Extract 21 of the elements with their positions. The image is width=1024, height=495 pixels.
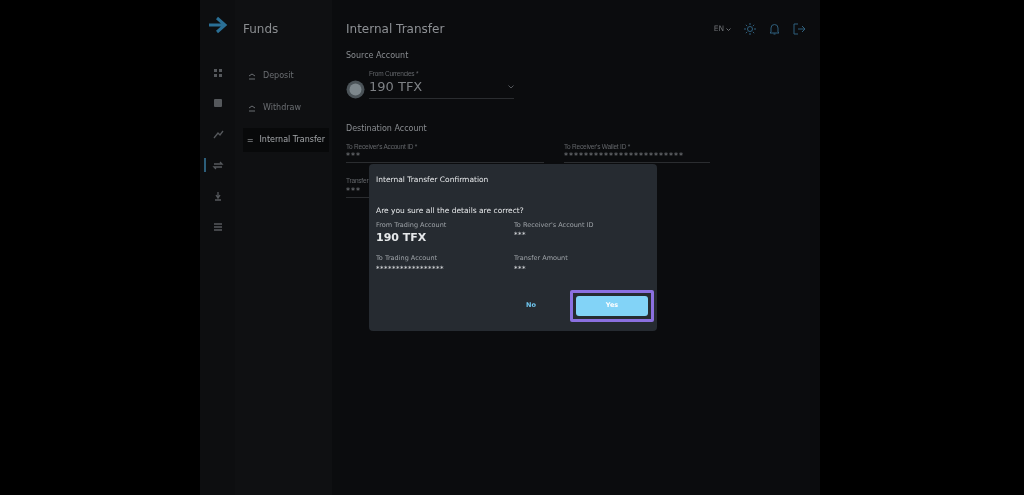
sidebar-item[interactable]: Internal Transfer — [243, 128, 329, 152]
tray-icon — [247, 103, 257, 113]
coin-icon — [346, 79, 365, 99]
bell-icon[interactable] — [769, 23, 780, 35]
detail-value: 190 TFX — [376, 230, 428, 247]
tray-icon — [247, 71, 257, 81]
sun-icon[interactable] — [744, 23, 756, 35]
currency-select[interactable]: 190 TFX — [369, 77, 514, 99]
input-field[interactable]: *** — [346, 149, 544, 164]
sidebar-item[interactable]: Withdraw — [243, 96, 329, 120]
arrow-logo-icon — [207, 15, 228, 34]
section-heading: Source Account — [346, 50, 410, 62]
section-heading: Destination Account — [346, 122, 428, 135]
page-title: Internal Transfer — [346, 21, 445, 38]
chevron-icon — [508, 84, 514, 89]
sidebar-title: Funds — [243, 21, 280, 38]
sidebar-item[interactable]: Deposit — [243, 64, 329, 88]
logout-icon[interactable] — [793, 23, 806, 35]
active-indicator — [204, 158, 206, 172]
chevron-icon — [726, 27, 731, 31]
input-field[interactable]: ************************ — [564, 149, 710, 164]
